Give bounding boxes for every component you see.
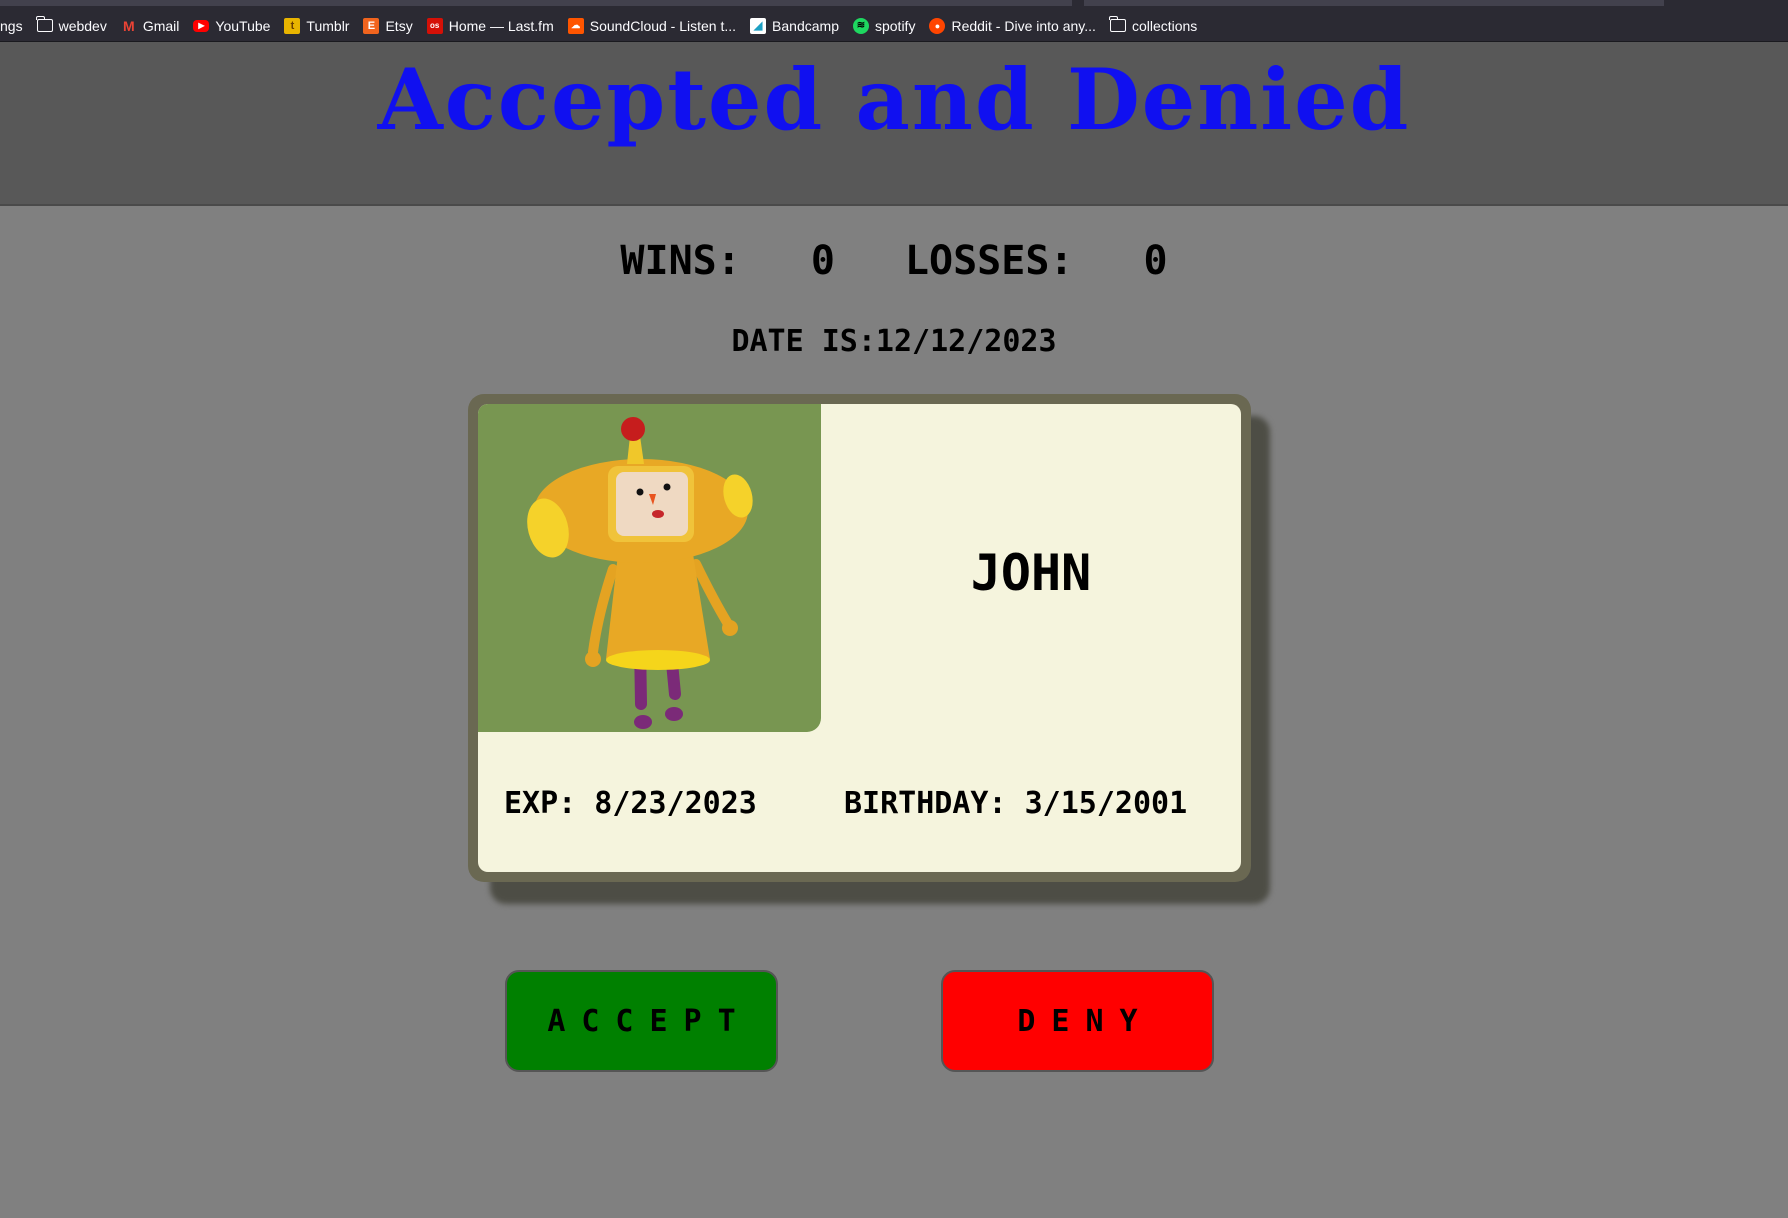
bookmark-item-reddit[interactable]: ● Reddit - Dive into any...	[929, 0, 1096, 41]
score-stats: WINS: 0 LOSSES: 0	[0, 238, 1788, 284]
bookmark-folder-collections[interactable]: collections	[1109, 0, 1198, 41]
tab-strip-segment	[1084, 0, 1664, 6]
bookmark-label: Tumblr	[306, 17, 350, 34]
id-card: JOHN EXP: 8/23/2023 BIRTHDAY: 3/15/2001	[468, 394, 1251, 882]
bookmark-label: spotify	[874, 17, 916, 34]
card-expiration: EXP: 8/23/2023	[504, 786, 757, 821]
katamari-prince-character	[527, 417, 753, 729]
id-photo	[478, 404, 821, 732]
bookmark-item-etsy[interactable]: E Etsy	[363, 0, 413, 41]
bookmarks-bar: ngs webdev M Gmail ▶ YouTube t Tumblr E …	[0, 0, 1788, 42]
bookmark-item-gmail[interactable]: M Gmail	[121, 0, 180, 41]
spotify-icon: ≋	[852, 17, 869, 34]
reddit-icon: ●	[929, 17, 946, 34]
bookmark-label: Home — Last.fm	[448, 17, 554, 34]
bandcamp-icon: ◢	[750, 17, 767, 34]
current-date: DATE IS:12/12/2023	[731, 324, 1057, 359]
bookmark-label: SoundCloud - Listen t...	[589, 17, 737, 34]
bookmark-item-spotify[interactable]: ≋ spotify	[852, 0, 916, 41]
bookmark-label: Gmail	[142, 17, 180, 34]
bookmark-item-youtube[interactable]: ▶ YouTube	[193, 0, 271, 41]
gmail-icon: M	[123, 17, 135, 34]
tab-strip-segment	[0, 0, 1072, 6]
deny-button[interactable]: DENY	[941, 970, 1214, 1072]
lastfm-icon: os	[426, 17, 443, 34]
bookmark-item-ngs[interactable]: ngs	[0, 0, 23, 41]
accept-button[interactable]: ACCEPT	[505, 970, 778, 1072]
bookmark-item-tumblr[interactable]: t Tumblr	[284, 0, 350, 41]
id-card-inner: JOHN EXP: 8/23/2023 BIRTHDAY: 3/15/2001	[478, 404, 1241, 872]
bookmark-label: webdev	[58, 17, 107, 34]
youtube-icon: ▶	[193, 19, 210, 32]
folder-icon	[1109, 16, 1126, 34]
bookmark-label: Reddit - Dive into any...	[951, 17, 1096, 34]
bookmark-item-lastfm[interactable]: os Home — Last.fm	[426, 0, 554, 41]
bookmark-label: Bandcamp	[772, 17, 839, 34]
losses-value: 0	[1143, 238, 1168, 284]
wins-value: 0	[810, 238, 835, 284]
folder-icon	[36, 16, 53, 34]
bookmark-folder-webdev[interactable]: webdev	[36, 0, 107, 41]
card-birthday: BIRTHDAY: 3/15/2001	[844, 786, 1188, 821]
bookmark-item-bandcamp[interactable]: ◢ Bandcamp	[750, 0, 839, 41]
page-title: Accepted and Denied	[377, 50, 1411, 149]
bookmark-label: collections	[1131, 17, 1198, 34]
bookmark-item-soundcloud[interactable]: ☁ SoundCloud - Listen t...	[567, 0, 737, 41]
bookmark-label: YouTube	[215, 17, 271, 34]
page-header: Accepted and Denied	[0, 42, 1788, 206]
bookmark-label: ngs	[0, 17, 23, 34]
tumblr-icon: t	[284, 17, 301, 34]
card-name: JOHN	[970, 544, 1092, 602]
soundcloud-icon: ☁	[567, 17, 584, 34]
wins-label: WINS:	[620, 238, 741, 284]
bookmark-label: Etsy	[385, 17, 413, 34]
etsy-icon: E	[363, 17, 380, 34]
losses-label: LOSSES:	[904, 238, 1074, 284]
